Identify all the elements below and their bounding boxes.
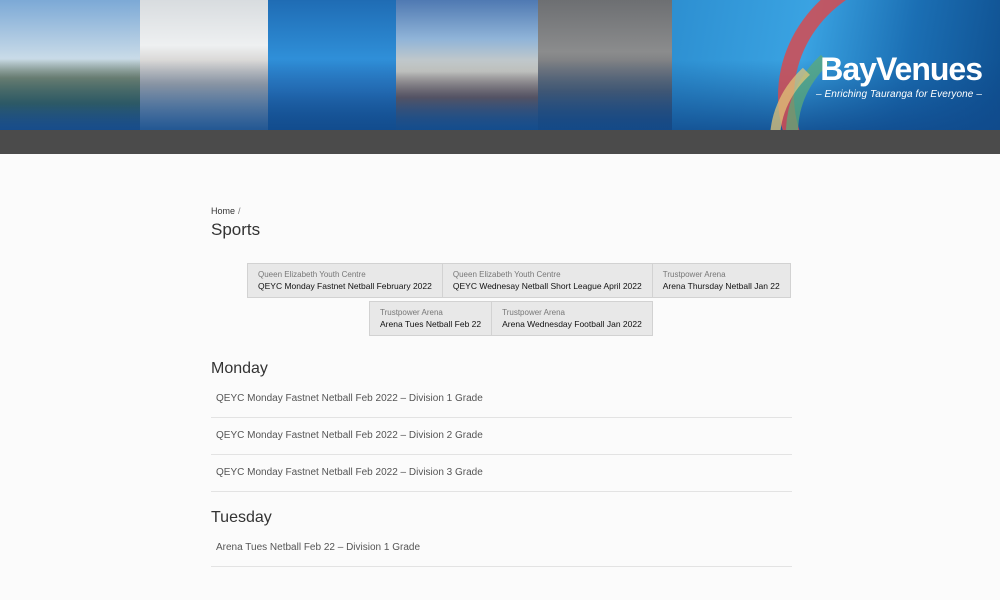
competition-tab[interactable]: Trustpower Arena Arena Thursday Netball … (651, 263, 791, 298)
brand-name: BayVenues (820, 51, 983, 87)
grade-list-tuesday: Arena Tues Netball Feb 22 – Division 1 G… (211, 530, 792, 567)
grade-link[interactable]: QEYC Monday Fastnet Netball Feb 2022 – D… (211, 418, 792, 455)
breadcrumb-separator: / (238, 206, 241, 216)
banner-photo-gym (140, 0, 268, 130)
competition-venue: Trustpower Arena (662, 270, 726, 279)
competition-league: Arena Thursday Netball Jan 22 (662, 281, 780, 291)
competition-league: QEYC Wednesay Netball Short League April… (452, 281, 642, 291)
header-banner: BayVenues – Enriching Tauranga for Every… (0, 0, 1000, 130)
competition-tab[interactable]: Trustpower Arena Arena Tues Netball Feb … (369, 301, 493, 336)
competition-venue: Queen Elizabeth Youth Centre (452, 270, 561, 279)
competition-tab[interactable]: Queen Elizabeth Youth Centre QEYC Monday… (247, 263, 443, 298)
page-title: Sports (211, 220, 261, 239)
competition-tab[interactable]: Queen Elizabeth Youth Centre QEYC Wednes… (441, 263, 653, 298)
grade-link[interactable]: QEYC Monday Fastnet Netball Feb 2022 – D… (211, 381, 792, 418)
main-content: Home / Sports Queen Elizabeth Youth Centr… (0, 154, 1000, 600)
brand-logo[interactable]: BayVenues – Enriching Tauranga for Every… (815, 51, 983, 100)
banner-photo-building (0, 0, 140, 130)
banner-photo-swim-lesson (268, 0, 396, 130)
breadcrumb-home-link[interactable]: Home (211, 206, 235, 216)
competition-league: QEYC Monday Fastnet Netball February 202… (258, 281, 432, 291)
competition-league: Arena Wednesday Football Jan 2022 (502, 319, 642, 329)
competition-league: Arena Tues Netball Feb 22 (380, 319, 482, 329)
competition-venue: Trustpower Arena (380, 308, 443, 317)
competition-tab[interactable]: Trustpower Arena Arena Wednesday Footbal… (491, 301, 653, 336)
banner-photo-entrance (396, 0, 538, 130)
competition-tabs-row-1: Queen Elizabeth Youth Centre QEYC Monday… (247, 263, 791, 298)
day-heading-monday: Monday (211, 360, 268, 377)
competition-venue: Queen Elizabeth Youth Centre (258, 270, 366, 279)
breadcrumb: Home / (211, 206, 241, 216)
banner-photo-netball (538, 0, 672, 130)
nav-bar (0, 130, 1000, 154)
day-heading-tuesday: Tuesday (211, 509, 272, 526)
grade-link[interactable]: Arena Tues Netball Feb 22 – Division 1 G… (211, 530, 792, 567)
grade-list-monday: QEYC Monday Fastnet Netball Feb 2022 – D… (211, 381, 792, 492)
brand-tagline: – Enriching Tauranga for Everyone – (815, 89, 982, 100)
competition-tabs-row-2: Trustpower Arena Arena Tues Netball Feb … (369, 301, 653, 336)
grade-link[interactable]: QEYC Monday Fastnet Netball Feb 2022 – D… (211, 455, 792, 492)
competition-venue: Trustpower Arena (502, 308, 565, 317)
